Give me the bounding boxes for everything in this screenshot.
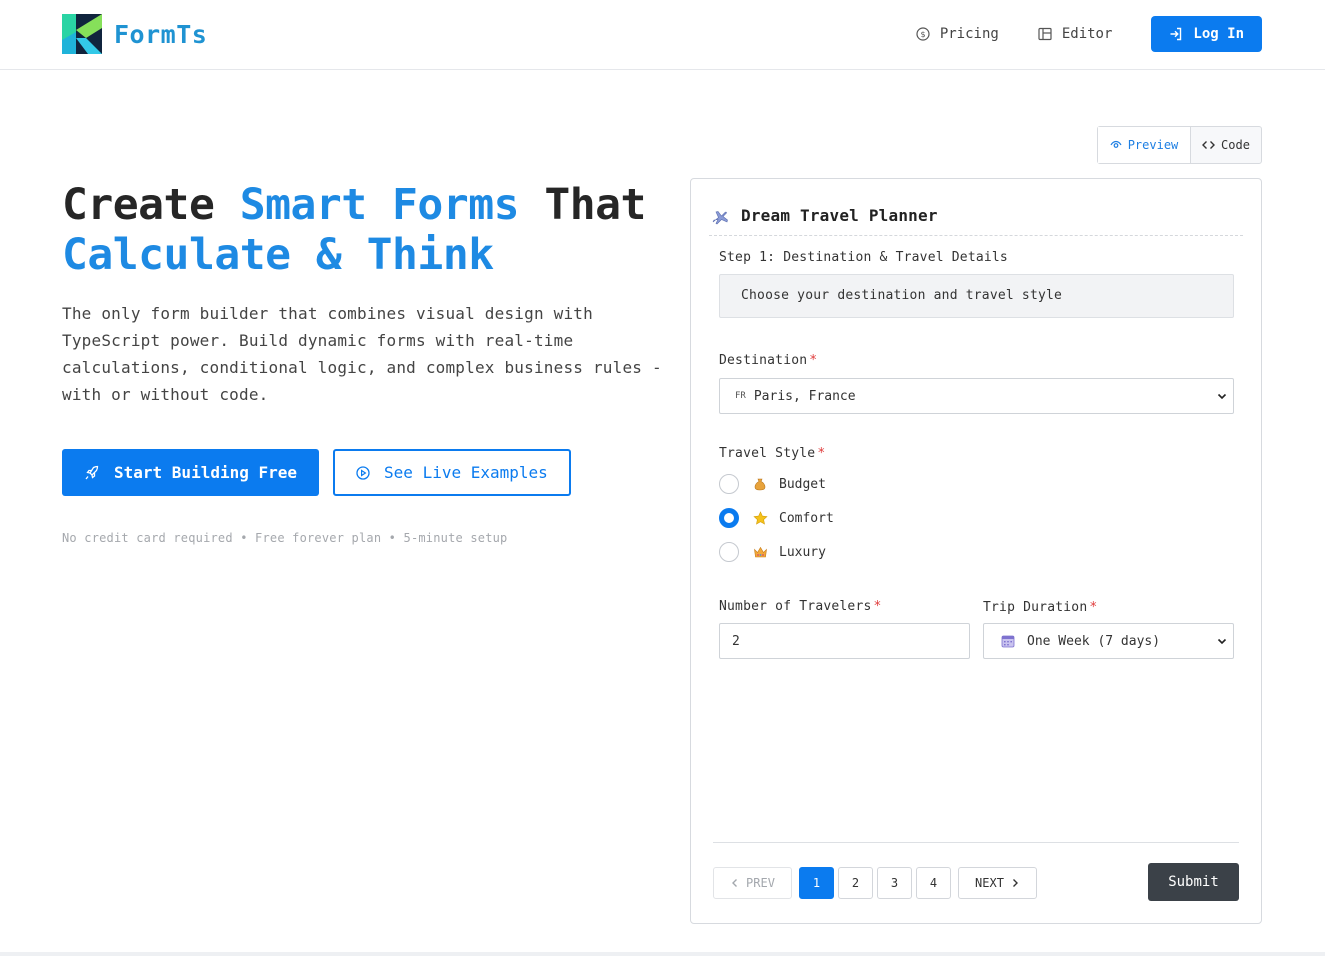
chevron-right-icon	[1012, 879, 1018, 887]
page-2-button[interactable]: 2	[838, 867, 873, 899]
brand-name: FormTs	[114, 19, 208, 49]
radio-comfort[interactable]: Comfort	[719, 508, 834, 528]
login-arrow-icon	[1170, 27, 1182, 41]
radio-circle[interactable]	[719, 474, 739, 494]
money-bag-icon	[751, 477, 769, 491]
hero-title-part-1: Create	[62, 180, 240, 230]
required-mark: *	[817, 446, 826, 461]
page-4-button[interactable]: 4	[916, 867, 951, 899]
tab-preview-label: Preview	[1127, 138, 1179, 152]
form-footer-divider	[713, 842, 1239, 843]
radio-budget-label: Budget	[779, 476, 826, 492]
radio-circle[interactable]	[719, 542, 739, 562]
formts-logo-icon	[62, 14, 102, 54]
travelers-label-text: Number of Travelers	[719, 599, 872, 614]
page-bottom-edge	[0, 952, 1325, 956]
code-brackets-icon	[1202, 141, 1216, 149]
editor-layout-icon	[1038, 27, 1052, 41]
airplane-icon	[712, 211, 728, 225]
start-building-label: Start Building Free	[114, 463, 298, 482]
required-mark: *	[809, 353, 818, 368]
tab-code[interactable]: Code	[1191, 127, 1261, 163]
travel-style-label-text: Travel Style	[719, 446, 816, 461]
step-description: Choose your destination and travel style	[719, 274, 1234, 318]
nav-links: $ Pricing Editor Log In	[916, 16, 1262, 52]
page-1-button[interactable]: 1	[799, 867, 834, 899]
hero-title: Create Smart Forms That Calculate & Thin…	[62, 180, 682, 280]
nav-pricing-link[interactable]: $ Pricing	[916, 26, 999, 42]
login-label: Log In	[1193, 26, 1244, 42]
fine-print: No credit card required • Free forever p…	[62, 531, 508, 545]
step-label: Step 1: Destination & Travel Details	[719, 250, 1008, 265]
destination-select[interactable]: FR Paris, France	[719, 378, 1234, 414]
travelers-label: Number of Travelers *	[719, 599, 882, 614]
radio-comfort-label: Comfort	[779, 510, 834, 526]
form-preview-panel: Dream Travel Planner Step 1: Destination…	[690, 178, 1262, 924]
eye-icon	[1110, 140, 1122, 148]
tab-code-label: Code	[1221, 138, 1250, 152]
trip-duration-label-text: Trip Duration	[983, 600, 1088, 615]
top-navbar: FormTs $ Pricing Editor Log In	[0, 0, 1325, 70]
radio-budget[interactable]: Budget	[719, 474, 826, 494]
trip-duration-select[interactable]: One Week (7 days)	[983, 623, 1234, 659]
cta-row: Start Building Free See Live Examples	[62, 449, 571, 496]
hero-title-part-2: That	[519, 180, 646, 230]
brand-logo[interactable]: FormTs	[62, 14, 207, 54]
form-header: Dream Travel Planner	[709, 199, 1243, 236]
prev-label: PREV	[746, 876, 775, 890]
see-live-examples-button[interactable]: See Live Examples	[333, 449, 571, 496]
view-toggle: Preview Code	[1097, 126, 1262, 164]
svg-text:$: $	[920, 30, 925, 39]
chevron-left-icon	[732, 879, 738, 887]
nav-editor-link[interactable]: Editor	[1038, 26, 1113, 42]
nav-pricing-label: Pricing	[939, 26, 999, 42]
trip-duration-label: Trip Duration *	[983, 600, 1097, 615]
prev-button[interactable]: PREV	[713, 867, 792, 899]
france-flag-icon: FR	[735, 391, 746, 401]
destination-value: Paris, France	[753, 388, 856, 404]
required-mark: *	[1089, 600, 1098, 615]
destination-label-text: Destination	[719, 353, 808, 368]
travelers-input[interactable]: 2	[719, 623, 970, 659]
hero-title-highlight-2: Calculate & Think	[62, 230, 494, 280]
next-label: NEXT	[975, 876, 1004, 890]
next-button[interactable]: NEXT	[958, 867, 1037, 899]
radio-luxury[interactable]: Luxury	[719, 542, 826, 562]
step-pagination: PREV 1 2 3 4 NEXT	[713, 867, 1044, 899]
play-circle-icon	[356, 465, 370, 480]
page-3-button[interactable]: 3	[877, 867, 912, 899]
travel-style-label: Travel Style *	[719, 446, 825, 461]
form-title: Dream Travel Planner	[741, 206, 938, 225]
star-icon	[751, 510, 769, 526]
hero-title-highlight-1: Smart Forms	[239, 180, 520, 230]
chevron-down-icon	[1217, 393, 1227, 400]
see-live-examples-label: See Live Examples	[384, 463, 548, 482]
start-building-button[interactable]: Start Building Free	[62, 449, 320, 496]
required-mark: *	[873, 599, 882, 614]
crown-icon	[751, 546, 769, 559]
destination-label: Destination *	[719, 353, 817, 368]
radio-luxury-label: Luxury	[779, 544, 826, 560]
login-button[interactable]: Log In	[1151, 16, 1262, 52]
submit-button[interactable]: Submit	[1148, 863, 1239, 901]
rocket-icon	[85, 465, 99, 479]
chevron-down-icon	[1217, 638, 1227, 645]
dollar-circle-icon: $	[916, 27, 930, 41]
trip-duration-value: One Week (7 days)	[1027, 633, 1161, 649]
tab-preview[interactable]: Preview	[1098, 127, 1191, 163]
radio-circle-selected[interactable]	[719, 508, 739, 528]
calendar-icon	[999, 634, 1017, 648]
nav-editor-label: Editor	[1061, 26, 1113, 42]
hero-description: The only form builder that combines visu…	[62, 304, 662, 404]
